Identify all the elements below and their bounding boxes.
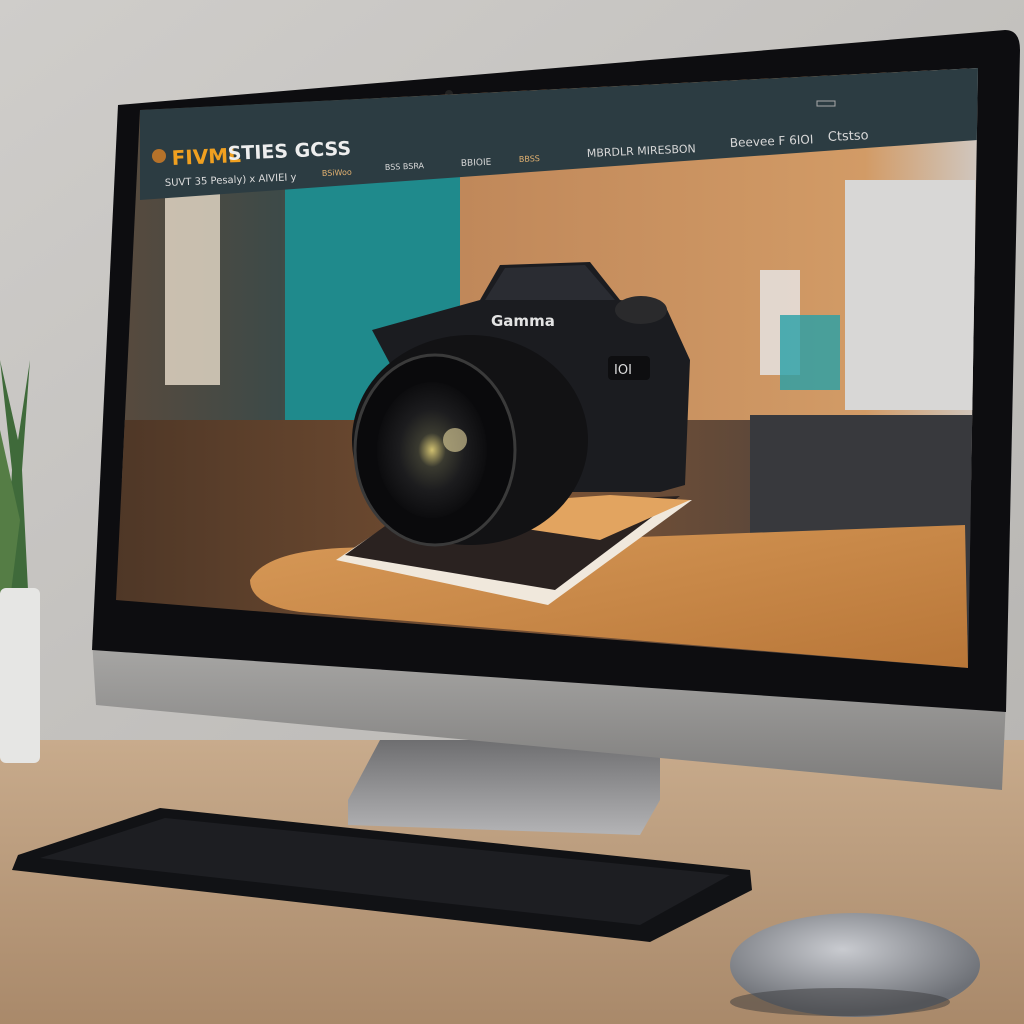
tagline-link[interactable]: BSiWoo	[322, 168, 352, 178]
camera-brand: Gamma	[491, 312, 555, 330]
desk-scene: FIVML STIES GCSS SUVT 35 Pesaly) x AIVIE…	[0, 0, 1024, 1024]
nav-item-1[interactable]: BSS BSRA	[385, 161, 425, 172]
nav-item-3[interactable]: BBSS	[519, 154, 540, 164]
nav-item-2[interactable]: BBIOIE	[461, 158, 492, 169]
mode-dial	[615, 296, 667, 324]
monitor-stand	[348, 740, 660, 835]
logo-icon	[152, 149, 166, 163]
nav-item-6[interactable]: Ctstso	[828, 128, 869, 145]
lens-glass	[377, 382, 487, 518]
camera-badge: IOI	[614, 363, 632, 378]
